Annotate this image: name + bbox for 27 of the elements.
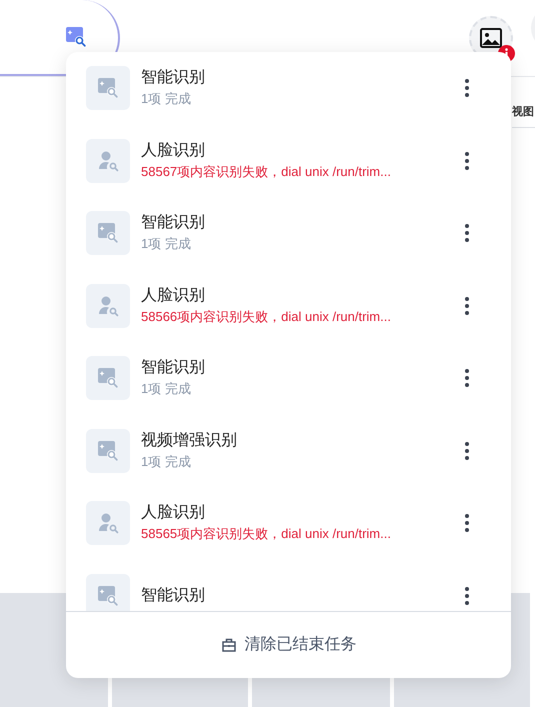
image-search-icon (64, 25, 88, 49)
person-search-icon (96, 294, 120, 318)
task-title: 智能识别 (141, 213, 206, 234)
task-title: 视频增强识别 (141, 430, 238, 451)
clear-finished-button[interactable]: 清除已结束任务 (220, 633, 356, 657)
person-search-icon (96, 511, 120, 536)
image-search-icon (96, 438, 120, 463)
task-title: 人脸识别 (141, 140, 206, 161)
task-status: 58565项内容识别失败，dial unix /run/trim... (141, 525, 392, 544)
image-search-icon (96, 366, 120, 390)
task-status: 58566项内容识别失败，dial unix /run/trim... (141, 308, 392, 326)
task-status: 1项 完成 (141, 380, 192, 398)
task-status: 1项 完成 (141, 452, 192, 471)
image-search-icon (96, 584, 120, 608)
task-title: 人脸识别 (141, 503, 206, 524)
task-status: 1项 完成 (141, 235, 192, 254)
view-label: 视图 (512, 106, 534, 118)
image-search-icon (96, 221, 120, 246)
task-title: 智能识别 (141, 68, 206, 88)
image-search-icon (96, 76, 120, 100)
task-status: 1项 完成 (141, 90, 192, 108)
task-title: 智能识别 (141, 586, 206, 606)
task-status: 58567项内容识别失败，dial unix /run/trim... (141, 162, 392, 181)
task-title: 人脸识别 (141, 286, 206, 306)
image-icon (479, 26, 503, 50)
task-title: 智能识别 (141, 358, 206, 378)
person-search-icon (96, 148, 120, 173)
